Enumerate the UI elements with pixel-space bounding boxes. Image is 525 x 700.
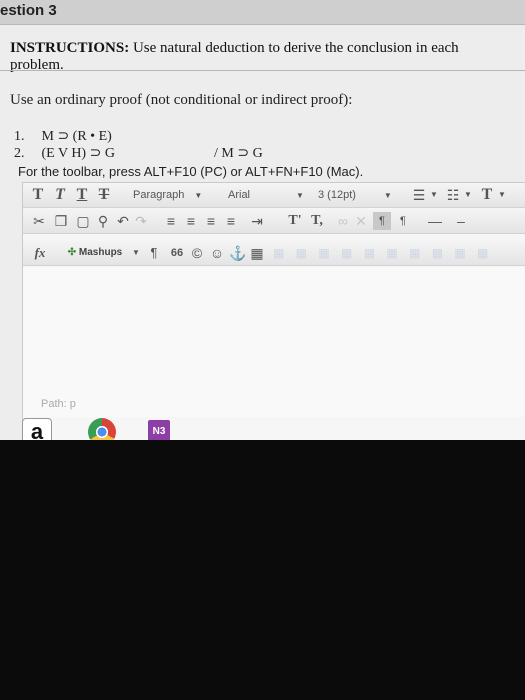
rich-text-editor[interactable]: T T T T Paragraph ▼ Arial ▼ 3 (12pt) ▼ ☰ ▼ … — [22, 182, 525, 440]
indent-icon[interactable]: ⇥ — [249, 212, 265, 230]
chevron-down-icon: ▼ — [296, 191, 304, 200]
rtl-icon[interactable]: ¶ — [395, 212, 411, 230]
emoticon-icon[interactable]: ☺ — [209, 244, 225, 262]
instructions-label: INSTRUCTIONS: — [10, 40, 130, 56]
path-value: p — [69, 398, 76, 410]
blockquote-icon[interactable]: 66 — [169, 244, 185, 262]
chrome-icon[interactable] — [88, 418, 116, 440]
proof-premises: 1. M ⊃ (R • E) 2. (E V H) ⊃ G / M ⊃ G — [14, 128, 263, 162]
superscript-button[interactable]: T' — [285, 212, 305, 230]
font-select-value: Arial — [228, 189, 251, 201]
amazon-icon[interactable]: a — [22, 418, 52, 440]
anchor-icon[interactable]: ⚓ — [229, 244, 246, 262]
chevron-down-icon: ▼ — [194, 191, 203, 200]
chevron-down-icon[interactable]: ▼ — [429, 186, 439, 204]
find-icon[interactable]: ⚲ — [95, 212, 111, 230]
copyright-icon[interactable]: © — [189, 244, 205, 262]
mashups-button[interactable]: ✣ Mashups — [61, 244, 129, 262]
premise-text: M ⊃ (R • E) — [41, 129, 112, 144]
editor-content-area[interactable] — [23, 267, 525, 417]
paste-icon[interactable]: ▢ — [75, 212, 91, 230]
line-number: 1. — [14, 129, 25, 144]
question-header: estion 3 — [0, 0, 525, 25]
disabled-table-tools: ▦ ▦ ▦ ▦ ▦ ▦ ▦ ▦ ▦ ▦ ▦ — [273, 246, 493, 278]
mashups-label: Mashups — [78, 247, 123, 258]
copy-icon[interactable]: ❐ — [53, 212, 69, 230]
paragraph-select[interactable]: Paragraph ▼ — [133, 186, 202, 204]
function-icon[interactable]: fx — [31, 244, 49, 262]
strikethrough-button[interactable]: T — [97, 186, 111, 204]
bold-button[interactable]: T — [31, 186, 45, 204]
editor-path-bar: Path: p — [41, 398, 76, 410]
paragraph-select-value: Paragraph — [133, 189, 185, 201]
chevron-down-icon: ▼ — [383, 191, 392, 200]
underline-button[interactable]: T — [75, 186, 89, 204]
cut-icon[interactable]: ✂ — [31, 212, 47, 230]
chevron-down-icon[interactable]: ▼ — [497, 186, 507, 204]
conclusion-text: / M ⊃ G — [214, 146, 263, 161]
horizontal-rule-icon[interactable]: — — [427, 212, 443, 230]
text-color-icon[interactable]: T — [479, 186, 495, 204]
question-title: estion 3 — [0, 2, 57, 19]
minus-icon[interactable]: – — [453, 212, 469, 230]
editor-toolbar-row-3: fx ✣ Mashups ▼ ¶ 66 © ☺ ⚓ ▦ ▦ ▦ ▦ ▦ ▦ ▦ … — [23, 241, 525, 278]
font-family-select[interactable]: Arial ▼ — [228, 186, 304, 204]
path-label: Path: — [41, 398, 67, 410]
proof-prompt: Use an ordinary proof (not conditional o… — [10, 92, 353, 108]
chevron-down-icon[interactable]: ▼ — [131, 244, 141, 262]
onenote-icon[interactable]: N3 — [148, 420, 170, 440]
toolbar-hint: For the toolbar, press ALT+F10 (PC) or A… — [18, 164, 364, 179]
redo-icon[interactable]: ↷ — [133, 212, 149, 230]
align-right-icon[interactable]: ≡ — [203, 212, 219, 230]
link-icon[interactable]: ∞ — [335, 212, 351, 230]
divider — [0, 70, 525, 71]
proof-line: 2. (E V H) ⊃ G / M ⊃ G — [14, 145, 263, 162]
pilcrow-icon[interactable]: ¶ — [147, 244, 161, 262]
align-left-icon[interactable]: ≡ — [163, 212, 179, 230]
browser-viewport: estion 3 INSTRUCTIONS: Use natural deduc… — [0, 0, 525, 440]
premise-text: (E V H) ⊃ G — [41, 146, 115, 161]
editor-toolbar-row-1: T T T T Paragraph ▼ Arial ▼ 3 (12pt) ▼ ☰ ▼ … — [23, 183, 525, 208]
table-icon[interactable]: ▦ — [249, 244, 265, 262]
taskbar: a N3 — [0, 418, 525, 440]
puzzle-icon: ✣ — [67, 247, 77, 258]
unlink-icon[interactable]: ✕ — [353, 212, 369, 230]
numbered-list-icon[interactable]: ☷ — [443, 186, 463, 204]
font-size-select[interactable]: 3 (12pt) ▼ — [318, 186, 392, 204]
subscript-button[interactable]: T, — [307, 212, 327, 230]
bullet-list-icon[interactable]: ☰ — [409, 186, 429, 204]
instructions: INSTRUCTIONS: Use natural deduction to d… — [10, 40, 515, 74]
editor-toolbar-row-2: ✂ ❐ ▢ ⚲ ↶ ↷ ≡ ≡ ≡ ≡ ⇥ T' T, ∞ ✕ ¶ ¶ — – — [23, 209, 525, 234]
align-justify-icon[interactable]: ≡ — [223, 212, 239, 230]
undo-icon[interactable]: ↶ — [115, 212, 131, 230]
chevron-down-icon[interactable]: ▼ — [463, 186, 473, 204]
align-center-icon[interactable]: ≡ — [183, 212, 199, 230]
italic-button[interactable]: T — [53, 186, 67, 204]
size-select-value: 3 (12pt) — [318, 189, 356, 201]
line-number: 2. — [14, 146, 25, 161]
ltr-icon[interactable]: ¶ — [373, 212, 391, 230]
proof-line: 1. M ⊃ (R • E) — [14, 128, 115, 145]
